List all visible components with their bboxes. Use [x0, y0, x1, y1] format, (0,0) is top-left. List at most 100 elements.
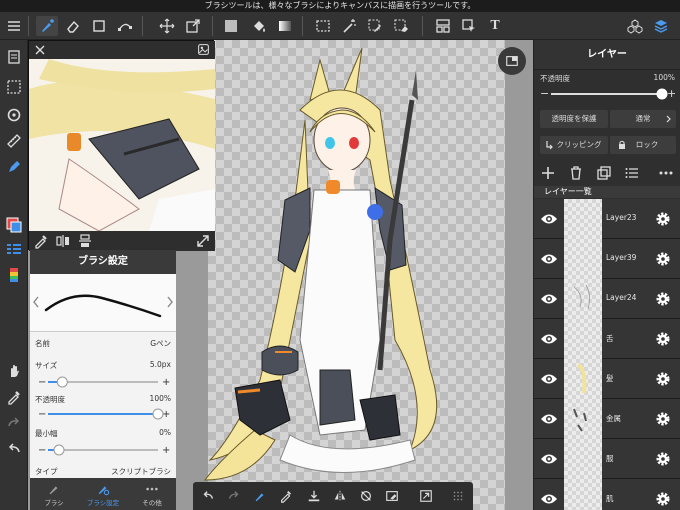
duplicate-layer-icon[interactable]	[596, 165, 612, 181]
layer-panel-title: レイヤー	[534, 40, 680, 70]
palette-list-button[interactable]	[3, 238, 25, 260]
redo-arrow-icon	[228, 491, 239, 499]
layer-thumbnail	[564, 239, 602, 279]
color-swatch-button[interactable]	[3, 214, 25, 236]
bucket-tool-button[interactable]	[248, 16, 270, 36]
quick-undo-button[interactable]	[199, 487, 217, 505]
eye-icon[interactable]	[540, 371, 558, 387]
materials-button[interactable]	[624, 16, 646, 36]
trash-icon[interactable]	[568, 165, 584, 181]
pages-button[interactable]	[3, 46, 25, 68]
eyedropper-small-icon[interactable]	[33, 233, 49, 249]
fill-color-button[interactable]	[220, 16, 242, 36]
undo-arrow-icon	[203, 491, 214, 499]
chevron-right-icon[interactable]	[166, 296, 174, 308]
canvas-corner-button[interactable]	[498, 47, 526, 75]
frame-tool-button[interactable]	[432, 16, 454, 36]
quick-save-button[interactable]	[305, 487, 323, 505]
redo-button[interactable]	[3, 412, 25, 434]
eye-icon[interactable]	[540, 451, 558, 467]
eye-icon[interactable]	[540, 211, 558, 227]
ruler-button[interactable]	[3, 130, 25, 152]
layer-row[interactable]: Layer39	[534, 239, 680, 279]
shape-tool-button[interactable]	[88, 16, 110, 36]
quick-redo-button[interactable]	[225, 487, 243, 505]
layer-row[interactable]: 髪	[534, 359, 680, 399]
brush-settings-tab-icon	[98, 486, 110, 496]
blend-mode-select[interactable]: 通常	[610, 110, 676, 128]
expand-icon[interactable]	[195, 233, 211, 249]
brush-opacity-slider[interactable]: − +	[38, 408, 170, 420]
gear-icon[interactable]	[655, 491, 671, 507]
more-options-icon[interactable]	[658, 165, 674, 181]
layer-row[interactable]: 舌	[534, 319, 680, 359]
lock-button[interactable]: ロック	[610, 136, 676, 154]
layer-row[interactable]: 肌	[534, 479, 680, 510]
brush-tool-button[interactable]	[36, 16, 58, 36]
quick-flip-button[interactable]	[331, 487, 349, 505]
pen-pressure-button[interactable]	[3, 156, 25, 178]
undo-button[interactable]	[3, 438, 25, 460]
gradient-tool-button[interactable]	[274, 16, 296, 36]
clipping-button[interactable]: クリッピング	[540, 136, 608, 154]
eraser-tool-button[interactable]	[62, 16, 84, 36]
quick-eyedropper-button[interactable]	[277, 487, 295, 505]
magic-wand-button[interactable]	[338, 16, 360, 36]
gear-icon[interactable]	[655, 451, 671, 467]
select-tool-button[interactable]	[312, 16, 334, 36]
layer-row[interactable]: Layer24	[534, 279, 680, 319]
layer-opacity-value: 100%	[653, 73, 675, 82]
selection-button[interactable]	[3, 76, 25, 98]
menu-button[interactable]	[3, 16, 25, 36]
move-tool-button[interactable]	[156, 16, 178, 36]
layer-name: 肌	[606, 494, 614, 503]
gear-icon[interactable]	[655, 411, 671, 427]
quick-grid-button[interactable]	[449, 487, 467, 505]
tab-brush[interactable]: ブラシ	[30, 478, 78, 510]
rotate-button[interactable]	[3, 104, 25, 126]
eyedropper-button[interactable]	[3, 386, 25, 408]
layers-button[interactable]	[650, 16, 672, 36]
color-bar-button[interactable]	[3, 264, 25, 286]
chevron-left-icon[interactable]	[32, 296, 40, 308]
flip-vertical-icon[interactable]	[77, 233, 93, 249]
layer-row[interactable]: Layer23	[534, 199, 680, 239]
brush-size-slider[interactable]: − +	[38, 376, 170, 388]
layer-thumbnail	[564, 399, 602, 439]
hand-tool-button[interactable]	[3, 360, 25, 382]
eye-icon[interactable]	[540, 251, 558, 267]
object-select-button[interactable]	[458, 16, 480, 36]
quick-eraser-button[interactable]	[383, 487, 401, 505]
image-export-icon[interactable]	[197, 43, 210, 56]
eye-icon[interactable]	[540, 291, 558, 307]
flip-horizontal-icon[interactable]	[55, 233, 71, 249]
gear-icon[interactable]	[655, 251, 671, 267]
select-pen-button[interactable]	[364, 16, 386, 36]
gear-icon[interactable]	[655, 371, 671, 387]
text-tool-button[interactable]: T	[484, 16, 506, 36]
gear-icon[interactable]	[655, 331, 671, 347]
vector-tool-button[interactable]	[114, 16, 136, 36]
protect-alpha-button[interactable]: 透明度を保護	[540, 110, 608, 128]
quick-brush-button[interactable]	[251, 487, 269, 505]
quick-transform-button[interactable]	[417, 487, 435, 505]
brush-min-width-slider[interactable]: − +	[38, 444, 170, 456]
quick-rotate-button[interactable]	[357, 487, 375, 505]
transform-tool-button[interactable]	[182, 16, 204, 36]
eraser-icon	[67, 20, 79, 33]
layer-row[interactable]: 服	[534, 439, 680, 479]
tab-other[interactable]: その他	[128, 478, 176, 510]
navigator-preview[interactable]	[29, 59, 215, 231]
eye-icon[interactable]	[540, 491, 558, 507]
layer-row[interactable]: 金属	[534, 399, 680, 439]
gear-icon[interactable]	[655, 291, 671, 307]
eye-icon[interactable]	[540, 331, 558, 347]
select-eraser-button[interactable]	[390, 16, 412, 36]
close-icon[interactable]	[34, 44, 46, 56]
gear-icon[interactable]	[655, 211, 671, 227]
tab-brush-settings[interactable]: ブラシ設定	[79, 478, 127, 510]
add-layer-icon[interactable]	[540, 165, 556, 181]
layer-opacity-slider[interactable]: − +	[540, 87, 675, 101]
layer-list-icon[interactable]	[624, 165, 640, 181]
eye-icon[interactable]	[540, 411, 558, 427]
